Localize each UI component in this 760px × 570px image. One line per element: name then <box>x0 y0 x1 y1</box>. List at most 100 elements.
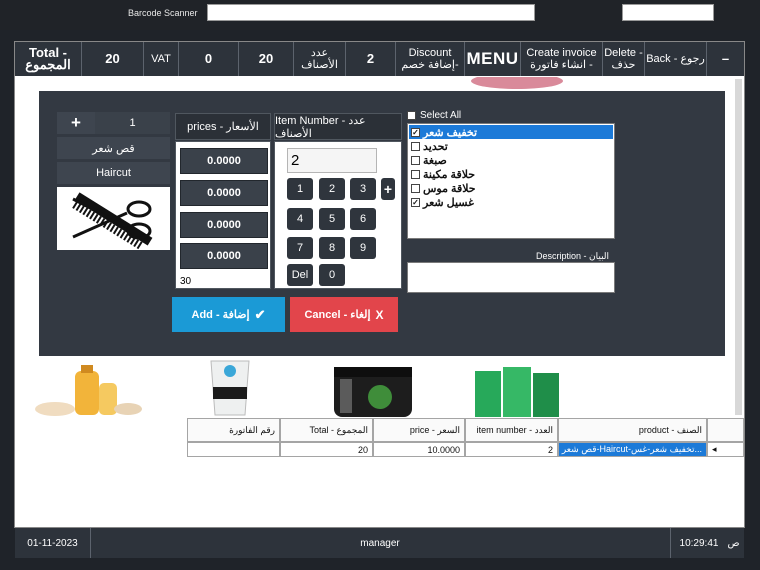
column-header-total[interactable]: Total - المجموع <box>280 418 373 442</box>
key-1[interactable]: 1 <box>287 178 313 200</box>
prices-panel: 0.0000 0.0000 0.0000 0.0000 30 <box>175 141 271 289</box>
status-user: manager <box>360 537 400 549</box>
catalog-scrollbar[interactable] <box>735 79 742 415</box>
item-number-input[interactable]: 2 <box>287 148 377 173</box>
status-time: 10:29:41 <box>679 537 719 549</box>
key-5[interactable]: 5 <box>319 208 345 230</box>
key-3[interactable]: 3 <box>350 178 376 200</box>
key-7[interactable]: 7 <box>287 237 313 259</box>
top-right-input[interactable] <box>622 4 714 21</box>
quantity-row: + 1 <box>57 112 170 134</box>
barcode-scanner-label: Barcode Scanner <box>128 8 198 18</box>
checkbox-checked-icon[interactable]: ✓ <box>411 197 420 207</box>
price-option[interactable]: 0.0000 <box>180 148 268 174</box>
category-label: غسيل شعر <box>423 196 474 209</box>
description-label: Description - البيان <box>536 251 610 261</box>
product-image[interactable] <box>205 359 255 417</box>
total-value: 20 <box>82 42 144 76</box>
category-checklist: ✓ تخفيف شعر تحديد صبغة حلاقة مكينة حلاقة موس ✓… <box>407 123 615 239</box>
category-label: تحديد <box>423 140 448 153</box>
barcode-scanner-input[interactable] <box>207 4 535 21</box>
create-invoice-button[interactable]: Create invoice انشاء فاتورة - <box>521 42 603 76</box>
category-item[interactable]: تحديد <box>409 139 613 153</box>
status-date: 01-11-2023 <box>27 537 78 549</box>
column-header-price[interactable]: price - السعر <box>373 418 465 442</box>
add-button[interactable]: Add - إضافة ✔ <box>172 297 285 332</box>
cell-total[interactable]: 20 <box>280 442 373 457</box>
menu-button[interactable]: MENU <box>465 42 521 76</box>
cell-item-count[interactable]: 2 <box>465 442 558 457</box>
items-count-value: 20 <box>239 42 294 76</box>
checkbox-icon[interactable] <box>411 155 420 165</box>
status-bar: 01-11-2023 manager 10:29:41 ص <box>15 528 744 558</box>
product-name-arabic: قص شعر <box>57 137 170 159</box>
key-plus[interactable]: + <box>381 178 395 200</box>
vat-label: VAT <box>144 42 179 76</box>
product-image[interactable] <box>330 363 416 417</box>
key-delete[interactable]: Del <box>287 264 313 286</box>
status-divider <box>670 528 671 558</box>
product-name-english: Haircut <box>57 162 170 184</box>
cancel-button[interactable]: Cancel - إلغاء X <box>290 297 398 332</box>
category-item[interactable]: حلاقة موس <box>409 181 613 195</box>
header-toolbar: Total - المجموع 20 VAT 0 20 عدد الأصناف … <box>15 42 744 76</box>
items-count-label: عدد الأصناف <box>294 42 346 76</box>
category-item[interactable]: حلاقة مكينة <box>409 167 613 181</box>
category-label: حلاقة موس <box>423 182 476 195</box>
select-all-checkbox[interactable]: Select All <box>407 110 461 121</box>
item-number-header: Item Number - عدد الأصناف <box>274 113 402 140</box>
key-6[interactable]: 6 <box>350 208 376 230</box>
cancel-button-label: Cancel - إلغاء <box>304 309 371 321</box>
key-4[interactable]: 4 <box>287 208 313 230</box>
status-period: ص <box>727 537 740 549</box>
column-header-item-count[interactable]: item number - العدد <box>465 418 558 442</box>
row-pointer-icon: ◂ <box>707 442 744 457</box>
price-option[interactable]: 0.0000 <box>180 180 268 206</box>
quantity-value[interactable]: 1 <box>95 112 170 134</box>
discount-button[interactable]: Discount إضافة خصم- <box>396 42 465 76</box>
key-0[interactable]: 0 <box>319 264 345 286</box>
category-item[interactable]: صبغة <box>409 153 613 167</box>
key-9[interactable]: 9 <box>350 237 376 259</box>
cell-invoice-number[interactable] <box>187 442 280 457</box>
column-header-product[interactable]: product - الصنف <box>558 418 707 442</box>
prices-footer-value: 30 <box>180 276 192 287</box>
description-input[interactable] <box>407 262 615 293</box>
product-image[interactable] <box>465 365 565 417</box>
category-label: تخفيف شعر <box>423 126 478 139</box>
column-header-spacer <box>707 418 744 442</box>
cell-product[interactable]: قص شعر-Haircut-تخفيف شعر-غس... <box>558 442 707 457</box>
check-icon: ✔ <box>254 306 266 322</box>
numeric-keypad: 2 1 2 3 + 4 5 6 7 8 9 Del 0 <box>274 141 402 289</box>
quantity-plus-button[interactable]: + <box>57 112 95 134</box>
category-label: حلاقة مكينة <box>423 168 476 181</box>
cell-price[interactable]: 10.0000 <box>373 442 465 457</box>
select-all-label: Select All <box>420 110 462 121</box>
column-header-invoice-number[interactable]: رقم الفاتورة <box>187 418 280 442</box>
top-bar: Barcode Scanner <box>0 0 760 30</box>
product-image[interactable] <box>33 363 143 417</box>
minimize-button[interactable]: – <box>707 42 744 76</box>
price-option[interactable]: 0.0000 <box>180 212 268 238</box>
category-label: صبغة <box>423 154 447 167</box>
category-item[interactable]: ✓ تخفيف شعر <box>409 125 613 139</box>
key-8[interactable]: 8 <box>319 237 345 259</box>
key-2[interactable]: 2 <box>319 178 345 200</box>
delete-button[interactable]: Delete - حذف <box>603 42 645 76</box>
total-label: Total - المجموع <box>15 42 82 76</box>
checkbox-icon[interactable] <box>411 141 420 151</box>
back-button[interactable]: Back - رجوع <box>645 42 707 76</box>
scissors-comb-icon <box>57 187 170 250</box>
discount-value: 2 <box>346 42 396 76</box>
price-option[interactable]: 0.0000 <box>180 243 268 269</box>
checkbox-icon[interactable] <box>411 169 420 179</box>
checkbox-checked-icon[interactable]: ✓ <box>411 127 420 137</box>
prices-header: prices - الأسعار <box>175 113 271 140</box>
checkbox-icon <box>407 111 416 120</box>
vat-value: 0 <box>179 42 239 76</box>
product-image[interactable] <box>470 77 565 91</box>
invoice-grid: رقم الفاتورة Total - المجموع price - الس… <box>187 418 744 459</box>
checkbox-icon[interactable] <box>411 183 420 193</box>
category-item[interactable]: ✓ غسيل شعر <box>409 195 613 209</box>
add-button-label: Add - إضافة <box>191 309 250 321</box>
